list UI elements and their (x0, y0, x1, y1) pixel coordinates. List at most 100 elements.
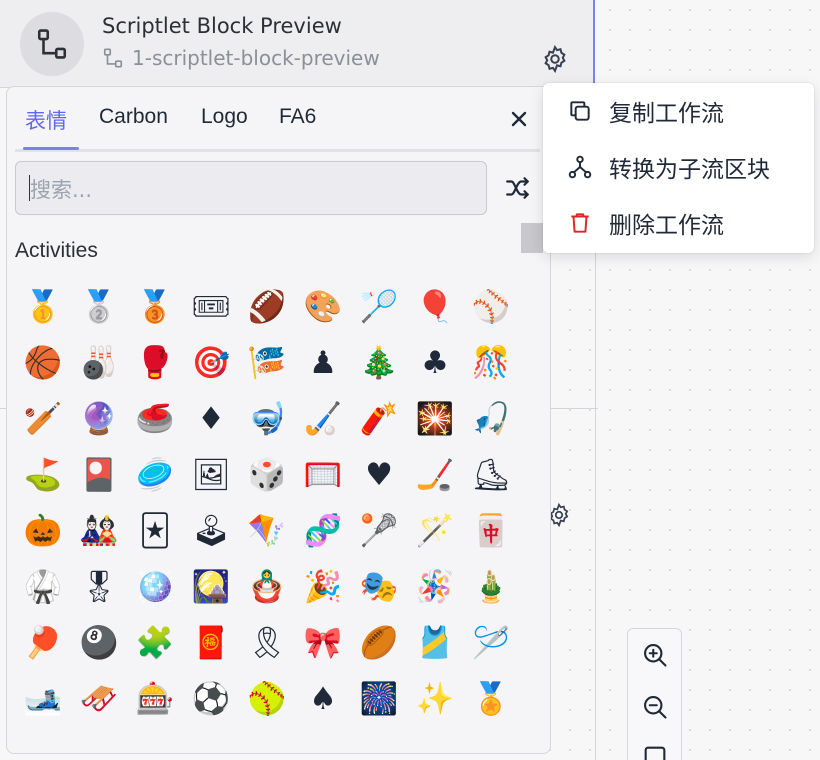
emoji-item[interactable]: ⚽ (183, 671, 239, 727)
emoji-item[interactable]: 🥌 (127, 391, 183, 447)
menu-item-duplicate-workflow[interactable]: 复制工作流 (543, 86, 814, 136)
workflow-node-card[interactable]: Scriptlet Block Preview 1-scriptlet-bloc… (0, 0, 595, 88)
emoji-item[interactable]: 🥎 (239, 671, 295, 727)
emoji-item[interactable]: 🎖 (71, 559, 127, 615)
emoji-item[interactable]: 🎀 (295, 615, 351, 671)
emoji-item[interactable]: 🪡 (463, 615, 519, 671)
tab-logo[interactable]: Logo (201, 105, 248, 129)
emoji-item[interactable]: ⛸ (463, 447, 519, 503)
emoji-item[interactable]: 🛷 (71, 671, 127, 727)
emoji-item[interactable]: ✨ (407, 671, 463, 727)
emoji-item[interactable]: 🏏 (15, 391, 71, 447)
emoji-item[interactable]: 🎄 (351, 335, 407, 391)
emoji-item[interactable]: ⚾ (463, 279, 519, 335)
emoji-item[interactable]: 🥈 (71, 279, 127, 335)
close-icon[interactable] (507, 107, 531, 131)
emoji-item[interactable]: 🧨 (351, 391, 407, 447)
active-tab-indicator (23, 147, 79, 150)
emoji-item[interactable]: 🪆 (239, 559, 295, 615)
search-placeholder: 搜索... (30, 178, 93, 202)
emoji-item[interactable]: 🏸 (351, 279, 407, 335)
emoji-item[interactable]: 🥅 (295, 447, 351, 503)
emoji-item[interactable]: 🎎 (71, 503, 127, 559)
emoji-item[interactable]: 🏉 (351, 615, 407, 671)
emoji-item[interactable]: 🕹 (183, 503, 239, 559)
emoji-item[interactable]: 🖼 (183, 447, 239, 503)
emoji-item[interactable]: ♠ (295, 671, 351, 727)
fit-view-icon[interactable] (641, 743, 669, 760)
emoji-item[interactable]: 🀄 (463, 503, 519, 559)
emoji-item[interactable]: 🔮 (71, 391, 127, 447)
emoji-item[interactable]: 🏀 (15, 335, 71, 391)
zoom-in-icon[interactable] (641, 641, 669, 669)
emoji-item[interactable]: ♥ (351, 447, 407, 503)
emoji-item[interactable]: 🎆 (351, 671, 407, 727)
emoji-item[interactable]: 🎏 (239, 335, 295, 391)
emoji-item[interactable]: 🥉 (127, 279, 183, 335)
emoji-item[interactable]: 🎯 (183, 335, 239, 391)
node-title: Scriptlet Block Preview (102, 14, 342, 38)
emoji-item[interactable]: 🎇 (407, 391, 463, 447)
emoji-item[interactable]: 🎉 (295, 559, 351, 615)
emoji-item[interactable]: 🥋 (15, 559, 71, 615)
emoji-item[interactable]: 🎱 (71, 615, 127, 671)
emoji-item[interactable]: 🎈 (407, 279, 463, 335)
emoji-item[interactable]: 🪄 (407, 503, 463, 559)
emoji-item[interactable]: 🥊 (127, 335, 183, 391)
emoji-item[interactable]: 🏒 (407, 447, 463, 503)
menu-item-convert-subflow[interactable]: 转换为子流区块 (543, 142, 814, 192)
gear-icon[interactable] (540, 44, 570, 74)
emoji-item[interactable]: 🎑 (183, 559, 239, 615)
emoji-item[interactable]: 🎨 (295, 279, 351, 335)
tab-emoji[interactable]: 表情 (25, 105, 67, 135)
emoji-item[interactable]: 🏓 (15, 615, 71, 671)
emoji-item[interactable]: 🎃 (15, 503, 71, 559)
emoji-item[interactable]: 🏅 (463, 671, 519, 727)
emoji-item[interactable]: 🎰 (127, 671, 183, 727)
emoji-item[interactable]: 🎽 (407, 615, 463, 671)
emoji-item[interactable]: 🥍 (351, 503, 407, 559)
node-subtitle: 1-scriptlet-block-preview (132, 46, 380, 70)
emoji-item[interactable]: 🎭 (351, 559, 407, 615)
workflow-context-menu: 复制工作流 转换为子流区块 删除工作流 (543, 83, 814, 253)
emoji-item[interactable]: 🃏 (127, 503, 183, 559)
emoji-item[interactable]: ⛳ (15, 447, 71, 503)
menu-item-delete-workflow[interactable]: 删除工作流 (543, 198, 814, 248)
emoji-item[interactable]: 🪅 (407, 559, 463, 615)
emoji-item[interactable]: 🎿 (15, 671, 71, 727)
emoji-item[interactable]: 🧩 (127, 615, 183, 671)
emoji-item[interactable]: 🧧 (183, 615, 239, 671)
emoji-item[interactable]: 🎴 (71, 447, 127, 503)
shuffle-icon[interactable] (505, 175, 531, 201)
trash-icon (571, 213, 589, 233)
search-input[interactable]: 搜索... (15, 161, 487, 215)
zoom-out-icon[interactable] (641, 693, 669, 721)
menu-item-label: 删除工作流 (609, 213, 724, 239)
scrollbar-thumb[interactable] (521, 223, 543, 253)
emoji-item[interactable]: ♣ (407, 335, 463, 391)
emoji-grid: 🥇 🥈 🥉 🎟 🏈 🎨 🏸 🎈 ⚾ 🏀 🎳 🥊 🎯 🎏 ♟ 🎄 ♣ 🎊 🏏 🔮 🥌 ♦ 🤿 🏑 🧨 🎇 🎣 ⛳ 🎴 🥏 🖼 🎲 🥅 ♥ 🏒 ⛸ 🎃 🎎 🃏 🕹… (15, 279, 519, 727)
emoji-item[interactable]: 🎳 (71, 335, 127, 391)
emoji-item[interactable]: 🥇 (15, 279, 71, 335)
emoji-item[interactable]: 🎲 (239, 447, 295, 503)
tabs-divider (15, 149, 540, 152)
tab-carbon[interactable]: Carbon (99, 105, 168, 129)
emoji-item[interactable]: ♦ (183, 391, 239, 447)
emoji-item[interactable]: 🤿 (239, 391, 295, 447)
emoji-item[interactable]: 🎟 (183, 279, 239, 335)
emoji-item[interactable]: 🏈 (239, 279, 295, 335)
emoji-item[interactable]: 🥏 (127, 447, 183, 503)
emoji-item[interactable]: 🪩 (127, 559, 183, 615)
emoji-item[interactable]: 🎣 (463, 391, 519, 447)
emoji-item[interactable]: 🎍 (463, 559, 519, 615)
node-subtitle-row: 1-scriptlet-block-preview (102, 46, 380, 70)
text-caret (29, 175, 30, 201)
emoji-item[interactable]: 🎗 (239, 615, 295, 671)
tab-fa6[interactable]: FA6 (279, 105, 316, 129)
picker-tabs: 表情 Carbon Logo FA6 (7, 87, 550, 152)
emoji-item[interactable]: 🎊 (463, 335, 519, 391)
emoji-item[interactable]: ♟ (295, 335, 351, 391)
emoji-item[interactable]: 🏑 (295, 391, 351, 447)
emoji-item[interactable]: 🪁 (239, 503, 295, 559)
emoji-item[interactable]: 🧬 (295, 503, 351, 559)
